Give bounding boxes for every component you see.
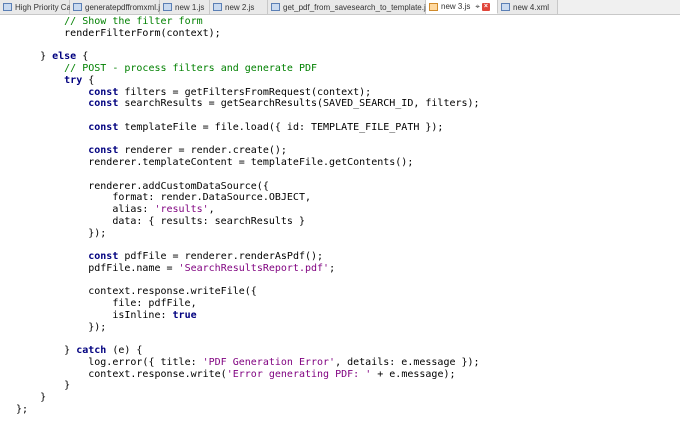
code-token: 'PDF Generation Error' xyxy=(202,356,336,368)
code-line: file: pdfFile, xyxy=(112,298,196,310)
code-line: const pdfFile = renderer.renderAsPdf(); xyxy=(88,251,323,263)
file-icon xyxy=(163,3,172,11)
code-token: { xyxy=(82,74,95,86)
code-token: }; xyxy=(16,403,29,415)
tab-2[interactable]: new 1.js xyxy=(160,0,210,14)
code-token: searchResults = getSearchResults(SAVED_S… xyxy=(118,98,480,110)
code-line: isInline: true xyxy=(112,310,196,322)
file-icon xyxy=(429,2,438,11)
tab-bar: High Priority Cases.js generatepdffromxml… xyxy=(0,0,680,15)
code-token: const xyxy=(88,251,119,262)
code-token: alias: xyxy=(112,204,155,215)
code-token: // POST - process filters and generate P… xyxy=(64,63,318,74)
file-icon xyxy=(501,3,510,11)
code-token: } xyxy=(64,380,71,392)
code-token: templateFile = file.load({ id: TEMPLATE_… xyxy=(118,121,444,133)
code-line: context.response.write('Error generating… xyxy=(88,369,455,381)
code-editor[interactable]: // Show the filter form renderFilterForm(… xyxy=(0,15,680,424)
code-line: context.response.writeFile({ xyxy=(88,286,257,298)
file-icon xyxy=(213,3,222,11)
code-token: isInline: xyxy=(112,309,173,321)
code-token: , xyxy=(208,204,215,215)
tab-label: new 2.js xyxy=(225,2,255,12)
code-line: }); xyxy=(88,322,106,334)
code-line: const templateFile = file.load({ id: TEM… xyxy=(88,122,443,134)
code-line: } xyxy=(64,380,70,392)
code-token: 'SearchResultsReport.pdf' xyxy=(178,262,330,274)
tab-label: new 1.js xyxy=(175,2,205,12)
tab-1[interactable]: generatepdffromxml.js xyxy=(70,0,164,14)
code-token: }); xyxy=(88,227,107,239)
code-line: try { xyxy=(64,75,94,87)
code-token: 'results' xyxy=(154,204,209,215)
file-icon xyxy=(3,3,12,11)
tab-6[interactable]: new 4.xml xyxy=(498,0,558,14)
code-line: } else { xyxy=(40,51,88,63)
code-token: (e) { xyxy=(106,345,143,356)
code-token: , details: e.message }); xyxy=(335,356,480,368)
code-line: // POST - process filters and generate P… xyxy=(64,63,317,75)
code-token: file: pdfFile, xyxy=(112,298,197,309)
code-line: const filters = getFiltersFromRequest(co… xyxy=(88,87,371,99)
code-token: }); xyxy=(88,321,107,333)
code-token: const xyxy=(88,121,119,133)
code-line: alias: 'results', xyxy=(112,204,214,216)
code-token: renderer.templateContent = templateFile.… xyxy=(88,157,414,168)
tab-label: get_pdf_from_savesearch_to_template.js xyxy=(283,2,430,12)
tab-4[interactable]: get_pdf_from_savesearch_to_template.js xyxy=(268,0,430,14)
code-token: } xyxy=(40,392,47,403)
code-line: } xyxy=(40,392,46,404)
code-line: const renderer = render.create(); xyxy=(88,145,287,157)
tab-3[interactable]: new 2.js xyxy=(210,0,268,14)
code-line: // Show the filter form xyxy=(64,16,202,28)
code-token: filters = getFiltersFromRequest(context)… xyxy=(118,86,372,98)
tab-label: generatepdffromxml.js xyxy=(85,2,164,12)
code-line: }); xyxy=(88,228,106,240)
code-token: pdfFile.name = xyxy=(88,262,179,274)
code-token: { xyxy=(76,51,89,63)
code-line: }; xyxy=(16,404,28,416)
code-token: renderer.addCustomDataSource({ xyxy=(88,180,269,192)
code-token: + e.message); xyxy=(371,368,456,380)
code-token: context.response.writeFile({ xyxy=(88,286,257,298)
code-line: const searchResults = getSearchResults(S… xyxy=(88,98,479,110)
code-token: const xyxy=(88,98,119,110)
code-token: } xyxy=(40,51,53,63)
code-token: const xyxy=(88,86,119,98)
code-token: // Show the filter form xyxy=(64,16,203,27)
code-token: context.response.write( xyxy=(88,368,227,380)
tab-5[interactable]: new 3.js ⌖ × xyxy=(426,0,498,14)
file-icon xyxy=(73,3,82,11)
code-token: } xyxy=(64,345,77,356)
code-line: format: render.DataSource.OBJECT, xyxy=(112,192,311,204)
code-token: try xyxy=(64,74,83,86)
code-line: data: { results: searchResults } xyxy=(112,216,305,228)
code-token: else xyxy=(52,51,77,63)
pin-icon[interactable]: ⌖ xyxy=(475,2,480,11)
code-line: log.error({ title: 'PDF Generation Error… xyxy=(88,357,479,369)
code-token: catch xyxy=(76,345,107,356)
code-token: pdfFile = renderer.renderAsPdf(); xyxy=(118,251,324,262)
file-icon xyxy=(271,3,280,11)
code-token: ; xyxy=(329,262,336,274)
code-line: } catch (e) { xyxy=(64,345,142,357)
code-line: renderFilterForm(context); xyxy=(64,28,221,40)
code-line: pdfFile.name = 'SearchResultsReport.pdf'… xyxy=(88,263,335,275)
code-token: renderFilterForm(context); xyxy=(64,27,221,39)
code-token: format: render.DataSource.OBJECT, xyxy=(112,192,311,204)
code-line: renderer.addCustomDataSource({ xyxy=(88,181,269,193)
tab-controls: ⌖ × xyxy=(475,2,490,11)
code-token: true xyxy=(172,309,197,321)
tab-label: new 3.js xyxy=(441,2,471,11)
tab-label: new 4.xml xyxy=(513,2,550,12)
code-token: log.error({ title: xyxy=(88,356,203,368)
code-token: const xyxy=(88,145,119,157)
code-token: 'Error generating PDF: ' xyxy=(226,368,372,380)
tab-0[interactable]: High Priority Cases.js xyxy=(0,0,91,14)
close-icon[interactable]: × xyxy=(481,2,490,11)
code-token: renderer = render.create(); xyxy=(118,145,287,157)
code-line: renderer.templateContent = templateFile.… xyxy=(88,157,413,169)
code-token: data: { results: searchResults } xyxy=(112,215,305,227)
